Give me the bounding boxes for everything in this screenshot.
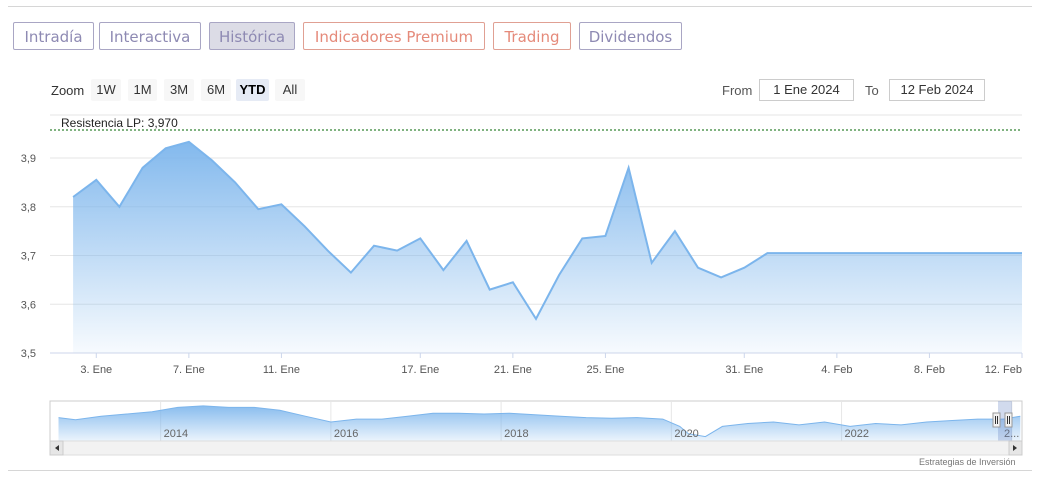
navigator-handle[interactable] [992, 412, 1001, 428]
price-chart: 3,5 3,6 3,7 3,8 3,9 Resistencia LP: 3,970 3. E… [21, 114, 1023, 456]
y-tick-label: 3,7 [21, 251, 36, 263]
navigator-year-label: 2022 [845, 428, 869, 440]
x-tick-label: 3. Ene [80, 364, 112, 376]
navigator-year-label: 2020 [674, 428, 698, 440]
x-tick-label: 7. Ene [173, 364, 205, 376]
y-tick-label: 3,9 [21, 153, 36, 165]
x-tick-label: 25. Ene [586, 364, 624, 376]
y-tick-label: 3,5 [21, 348, 36, 360]
x-tick-label: 31. Ene [725, 364, 763, 376]
bottom-divider [8, 470, 1032, 471]
x-tick-label: 21. Ene [494, 364, 532, 376]
navigator-handle[interactable] [1004, 412, 1013, 428]
navigator-year-label: 2016 [334, 428, 358, 440]
scrollbar-track[interactable] [49, 440, 1023, 456]
y-tick-label: 3,8 [21, 202, 36, 214]
navigator-year-label: 2014 [164, 428, 188, 440]
resistance-label: Resistencia LP: 3,970 [61, 116, 178, 130]
x-tick-label: 4. Feb [821, 364, 852, 376]
y-tick-label: 3,6 [21, 299, 36, 311]
x-tick-label: 11. Ene [263, 364, 300, 376]
price-area [73, 141, 1023, 353]
x-tick-label: 17. Ene [401, 364, 439, 376]
navigator-year-label: 2018 [504, 428, 528, 440]
chart-credit[interactable]: Estrategias de Inversión [919, 457, 1016, 467]
x-tick-label: 12. Feb [985, 364, 1022, 376]
x-tick-label: 8. Feb [914, 364, 945, 376]
